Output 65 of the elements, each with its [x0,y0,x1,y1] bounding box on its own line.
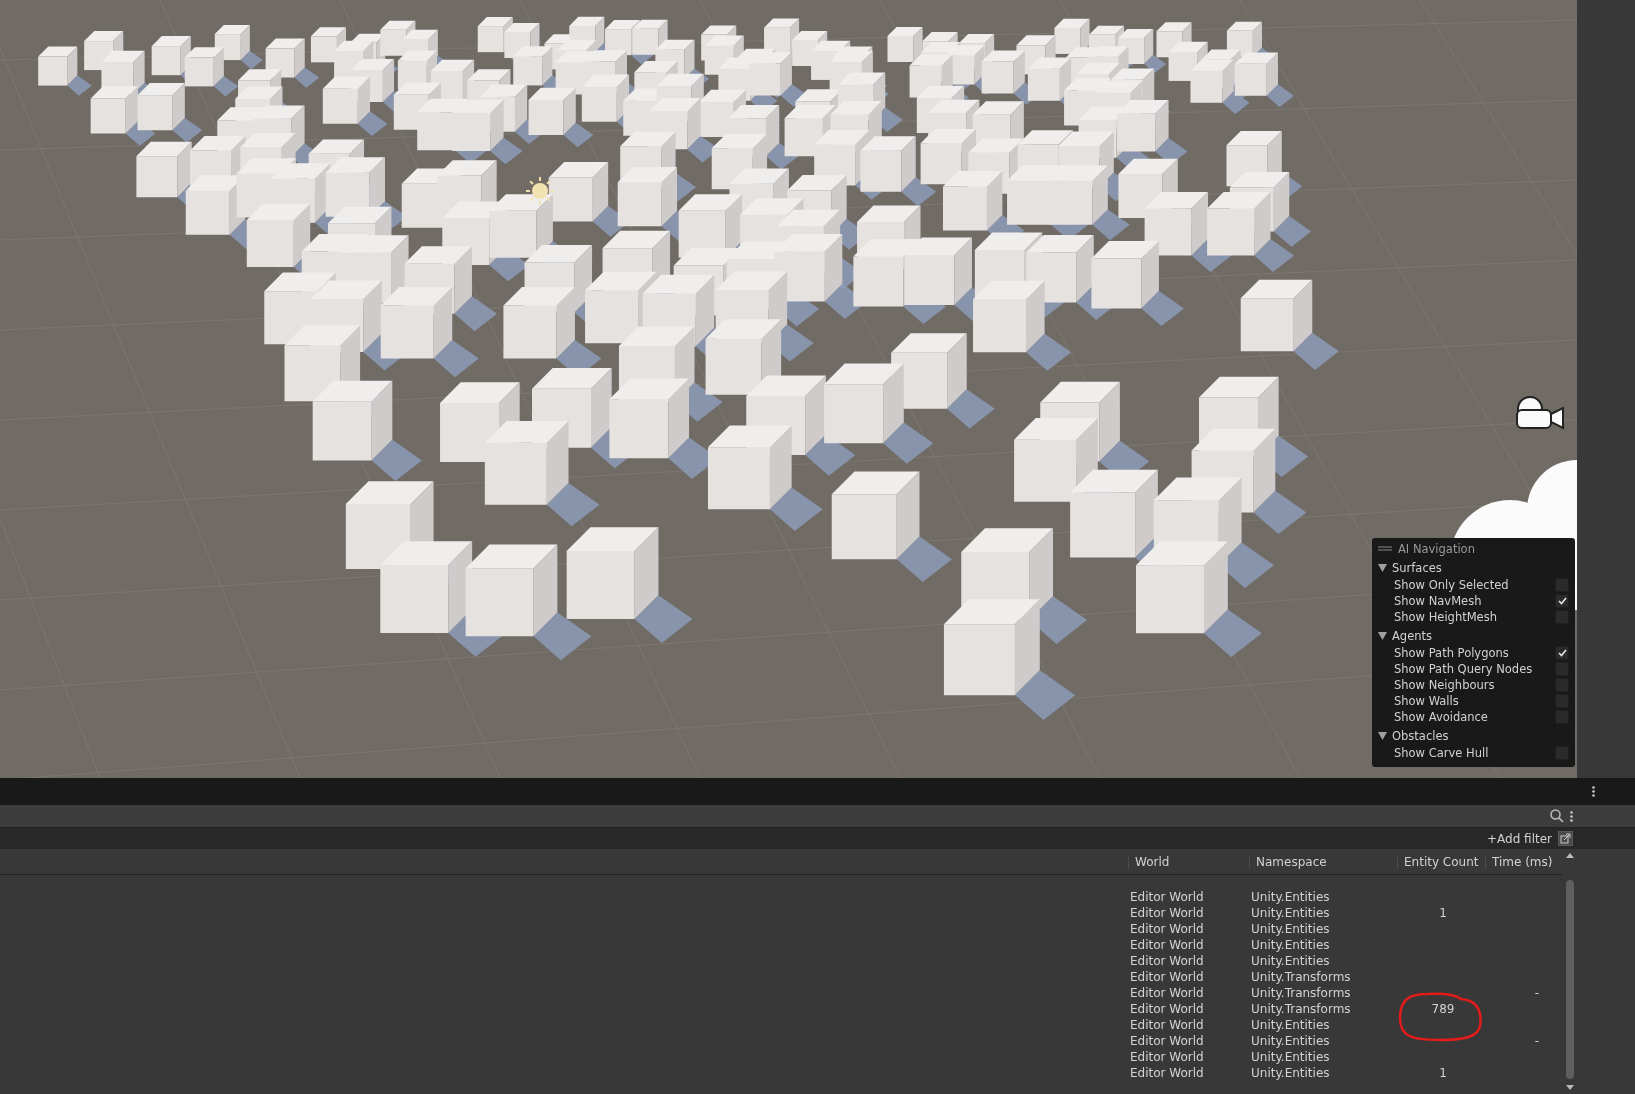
table-cell-text: Unity.Entities [1251,922,1331,936]
table-cell: 789 [1431,1002,1455,1016]
table-cell-text: Unity.Entities [1251,938,1331,952]
table-cell-text: Editor World [1130,922,1205,936]
option-label: Show Carve Hull [1394,746,1489,760]
table-cell-text: Editor World [1130,954,1205,968]
search-icon[interactable] [1550,809,1564,823]
table-cell: - [1534,986,1539,1000]
table-cell-text: Unity.Entities [1251,1050,1331,1064]
table-cell-text: Editor World [1130,906,1205,920]
table-cell: 1 [1439,1066,1447,1080]
more-options-icon[interactable] [1592,786,1595,797]
option-label: Show Only Selected [1394,578,1509,592]
foldout-arrow-icon[interactable] [1378,564,1387,572]
option-label: Show HeightMesh [1394,610,1497,624]
table-cell-text: Editor World [1130,1002,1205,1016]
column-header[interactable]: Time (ms) [1485,854,1561,869]
section-header[interactable]: Agents [1372,627,1575,645]
column-header[interactable]: Entity Count [1397,854,1485,869]
table-cell-text: Unity.Transforms [1251,1002,1352,1016]
table-cell-text: Unity.Entities [1251,906,1331,920]
section-header[interactable]: Surfaces [1372,559,1575,577]
column-header[interactable]: World [1128,854,1249,869]
option-label: Show NavMesh [1394,594,1482,608]
table-cell-text: Editor World [1130,1050,1205,1064]
table-cell-text: Unity.Entities [1251,1066,1331,1080]
table-cell: - [1534,1034,1539,1048]
table-cell-text: Editor World [1130,890,1205,904]
table-cell-text: Unity.Transforms [1251,970,1352,984]
section-title: Obstacles [1392,729,1449,743]
column-header[interactable]: Namespace [1249,854,1397,869]
table-cell: 1 [1439,906,1447,920]
section-title: Agents [1392,629,1433,643]
checkbox[interactable] [1555,594,1569,608]
table-cell-text: Editor World [1130,1034,1205,1048]
overlay-title: AI Navigation [1398,541,1475,556]
table-cell-text: Editor World [1130,1018,1205,1032]
checkbox[interactable] [1555,646,1569,660]
sun-icon[interactable] [525,176,555,206]
drag-handle-icon[interactable] [1378,546,1392,551]
section-header[interactable]: Obstacles [1372,727,1575,745]
table-cell-text: Unity.Entities [1251,890,1331,904]
foldout-arrow-icon[interactable] [1378,632,1387,640]
more-options-icon[interactable] [1570,810,1573,822]
table-cell-text: Editor World [1130,986,1205,1000]
foldout-arrow-icon[interactable] [1378,732,1387,740]
table-cell-text: Editor World [1130,970,1205,984]
camera-icon[interactable] [1516,396,1564,430]
popout-icon[interactable] [1558,831,1573,846]
table-cell-text: Unity.Transforms [1251,986,1352,1000]
table-cell-text: Unity.Entities [1251,1034,1331,1048]
add-filter-button[interactable]: +Add filter [1487,831,1552,846]
option-label: Show Walls [1394,694,1459,708]
scroll-up-icon[interactable] [1565,853,1574,858]
table-cell-text: Editor World [1130,938,1205,952]
table-cell-text: Unity.Entities [1251,954,1331,968]
option-label: Show Avoidance [1394,710,1488,724]
option-label: Show Neighbours [1394,678,1495,692]
option-label: Show Path Query Nodes [1394,662,1533,676]
table-cell-text: Editor World [1130,1066,1205,1080]
table-cell-text: Unity.Entities [1251,1018,1331,1032]
section-title: Surfaces [1392,561,1442,575]
scene-view[interactable]: AI Navigation Surfaces Show Only Selected Show NavMesh Show HeightMesh Agents Show Path Polygons Show Path Query Nodes Show Neighbours Show Walls Show Avoidance Obstacles Show Carve Hull [0,0,1577,778]
scroll-down-icon[interactable] [1565,1085,1574,1090]
option-label: Show Path Polygons [1394,646,1509,660]
